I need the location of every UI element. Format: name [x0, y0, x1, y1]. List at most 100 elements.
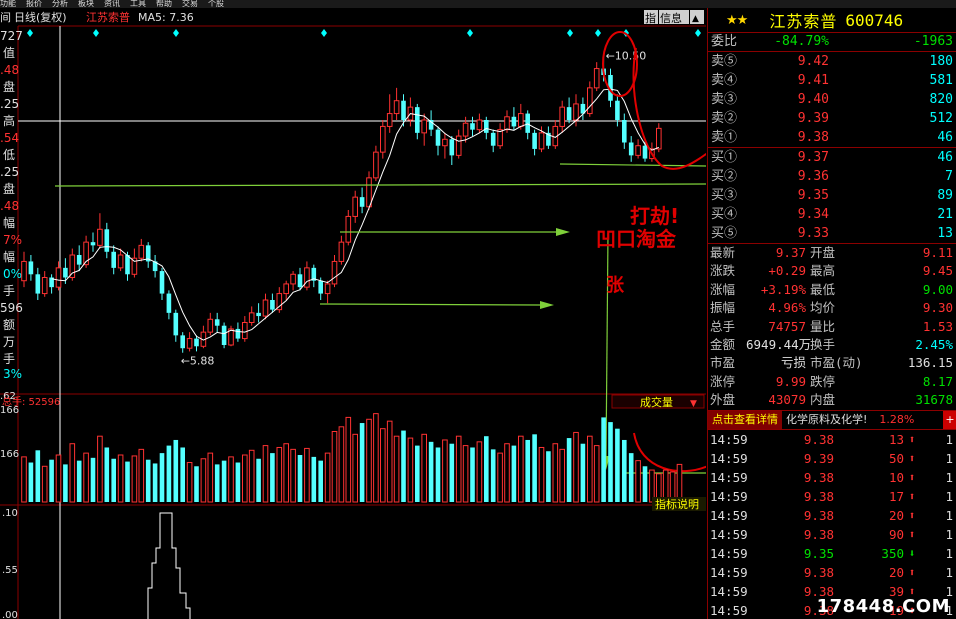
quote-value: 9.99 [775, 373, 806, 389]
candle-body [386, 113, 393, 127]
add-icon[interactable]: + [943, 410, 956, 429]
chevron-down-icon[interactable]: ▼ [690, 399, 697, 409]
left-axis-fragment: .54 [0, 131, 19, 145]
tick-list[interactable]: 14:59 9.38 13 ⬆ 1 14:59 9.39 50 ⬆ 1 14:59 9.38 10 ⬆ 1 1… [708, 430, 956, 619]
volume-bar [262, 445, 269, 503]
event-diamond[interactable] [27, 29, 33, 37]
menu-item[interactable]: 工具 [130, 0, 146, 8]
sell-level[interactable]: 卖③ 9.40 820 [708, 90, 956, 109]
menu-item[interactable]: 分析 [52, 0, 68, 8]
quote-details: 最新 9.37 开盘 9.11 涨跌 +0.29 最高 9.45 涨幅 +3.19% 最低 9.00 振… [708, 243, 956, 410]
candle-body [622, 120, 627, 143]
menu-item[interactable]: 交易 [182, 0, 198, 8]
volume-bar [125, 461, 130, 502]
volume-bar [207, 452, 214, 503]
candle-body [484, 120, 489, 133]
volume-bar [428, 441, 434, 502]
menu-item[interactable]: 功能 [0, 0, 16, 8]
volume-bar [49, 459, 54, 502]
quote-value: 136.15 [907, 355, 953, 371]
candle-body [262, 299, 269, 317]
candle-body [615, 100, 620, 120]
kline-chart[interactable]: 间 日线(复权) 江苏索普 MA5: 7.36 指 信息 ▲ 727 值 .48 盘.… [0, 8, 740, 619]
event-diamond[interactable] [93, 29, 99, 37]
volume-notch-curve [633, 427, 726, 473]
tab-detail[interactable]: 点击查看详情 [708, 410, 782, 429]
candle-body [635, 145, 641, 156]
quote-row: 涨幅 +3.19% 最低 9.00 [708, 281, 956, 299]
buy-level[interactable]: 买⑤ 9.33 13 [708, 224, 956, 243]
menu-item[interactable]: 帮助 [156, 0, 172, 8]
candle-body [318, 280, 323, 294]
annotation-notch-gold: 凹口淘金 [596, 227, 677, 251]
left-axis-fragment: 幅 [3, 249, 15, 264]
event-diamond[interactable] [595, 29, 601, 37]
quote-value: 9.45 [922, 263, 953, 279]
candle-body [642, 145, 648, 159]
event-diamond[interactable] [467, 29, 473, 37]
menu-item[interactable]: 个股 [208, 0, 224, 8]
sell-level[interactable]: 卖② 9.39 512 [708, 109, 956, 128]
volume-bar [338, 426, 345, 503]
period-label[interactable]: 日线(复权) [14, 10, 67, 24]
volume-bar [152, 463, 158, 502]
level-label: 卖⑤ [711, 54, 738, 69]
quote-value: 9.00 [922, 281, 953, 297]
candle-body [352, 196, 358, 217]
level-price: 9.39 [797, 111, 829, 126]
sell-level[interactable]: 卖⑤ 9.42 180 [708, 52, 956, 71]
buy-level[interactable]: 买② 9.36 7 [708, 167, 956, 186]
level-volume: 512 [929, 111, 953, 126]
volume-bar [470, 447, 475, 502]
left-axis-fragment: 手 [3, 284, 15, 298]
menu-item[interactable]: 板块 [78, 0, 94, 8]
event-diamond[interactable] [567, 29, 573, 37]
event-diamond[interactable] [321, 29, 327, 37]
level-label: 买② [711, 169, 738, 184]
nav-up-icon[interactable]: ▲ [692, 14, 699, 24]
menu-item[interactable]: 资讯 [104, 0, 120, 8]
volume-dropdown-label[interactable]: 成交量 [640, 395, 673, 409]
volume-bar [41, 465, 48, 503]
sell-level[interactable]: 卖① 9.38 46 [708, 128, 956, 147]
indicator-help-button[interactable]: 指标说明 [655, 497, 699, 511]
volume-bar [63, 464, 68, 502]
high-annotation: ←10.50 [606, 50, 647, 63]
indicator-button[interactable]: 指 [645, 11, 656, 25]
tab-industry[interactable]: 化学原料及化学! [782, 411, 871, 429]
candle-body [435, 129, 441, 146]
candle-body [359, 197, 365, 207]
quote-label: 量比 [810, 318, 836, 334]
level-price: 9.34 [797, 207, 829, 222]
volume-axis-top: 166 [0, 405, 19, 416]
quote-label: 换手 [810, 336, 836, 352]
quote-value: 9.11 [922, 245, 953, 260]
volume-bar [435, 447, 441, 502]
buy-level[interactable]: 买④ 9.34 21 [708, 205, 956, 224]
level-price: 9.42 [797, 54, 829, 69]
sell-level[interactable]: 卖④ 9.41 581 [708, 71, 956, 90]
up-arrow-icon: ⬆ [908, 489, 916, 503]
volume-bar [104, 447, 110, 502]
buy-level[interactable]: 买③ 9.35 89 [708, 186, 956, 205]
info-button[interactable]: 信息 [660, 11, 682, 25]
stock-name-label: 江苏索普 [86, 10, 130, 24]
volume-bar [525, 439, 530, 502]
event-diamond[interactable] [695, 29, 701, 37]
volume-bar [90, 457, 96, 502]
event-diamond[interactable] [173, 29, 179, 37]
tick-time: 14:59 [710, 507, 748, 523]
trading-terminal: 功能 报价 分析 板块 资讯 工具 帮助 交易 个股 间 日线(复权) 江苏索普 MA5: 7.… [0, 0, 956, 619]
candle-body [242, 322, 248, 340]
quote-label: 跌停 [810, 373, 836, 389]
candle-body [470, 123, 475, 130]
volume-bar [386, 420, 393, 503]
volume-bar [366, 418, 372, 503]
candle-body [366, 177, 372, 208]
volume-bar [504, 443, 510, 503]
detail-tab-bar: 点击查看详情 化学原料及化学! 1.28% + [708, 409, 956, 430]
annotation-rise: 张 [606, 275, 625, 296]
volume-bar [21, 456, 27, 503]
menu-item[interactable]: 报价 [26, 0, 42, 8]
buy-level[interactable]: 买① 9.37 46 [708, 148, 956, 167]
